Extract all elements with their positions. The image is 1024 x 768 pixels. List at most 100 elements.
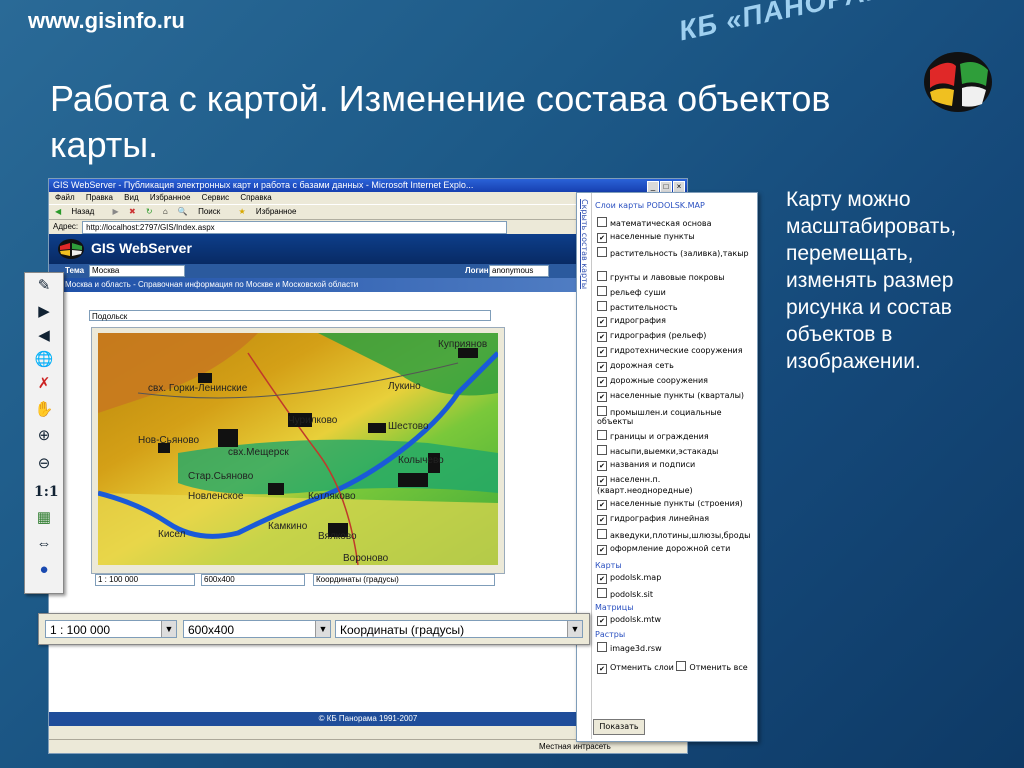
layer-checkbox[interactable] (597, 588, 607, 598)
layer-item[interactable]: населенные пункты (597, 232, 753, 243)
menu-edit[interactable]: Правка (86, 193, 113, 202)
layer-checkbox[interactable] (597, 247, 607, 257)
home-icon[interactable]: ⌂ (163, 207, 168, 216)
scale-select-small[interactable]: 1 : 100 000 (95, 574, 195, 586)
layer-checkbox[interactable] (597, 574, 607, 584)
menu-file[interactable]: Файл (55, 193, 75, 202)
layer-item[interactable]: оформление дорожной сети (597, 544, 753, 555)
layer-checkbox[interactable] (597, 529, 607, 539)
layer-checkbox[interactable] (597, 476, 607, 486)
layer-item[interactable]: насыпи,выемки,эстакады (597, 445, 753, 456)
layer-item[interactable]: гидрография линейная (597, 514, 753, 525)
layer-item[interactable]: podolsk.map (597, 573, 753, 584)
show-button[interactable]: Показать (593, 719, 645, 735)
layer-item[interactable]: акведуки,плотины,шлюзы,броды (597, 529, 753, 540)
zoom-out-icon[interactable]: ⊖ (34, 455, 54, 473)
map-label: Куприянов (438, 339, 487, 350)
close-icon[interactable]: × (673, 181, 685, 192)
layer-checkbox[interactable] (597, 233, 607, 243)
select-layers-checkbox[interactable] (597, 664, 607, 674)
layer-item[interactable]: растительность (597, 301, 753, 312)
hide-layers-tab[interactable]: Скрыть состав карты (577, 193, 592, 739)
layer-checkbox[interactable] (597, 445, 607, 455)
favorites-button[interactable]: ★ Избранное (239, 207, 305, 216)
size-select-small[interactable]: 600x400 (201, 574, 305, 586)
zoom-in-icon[interactable]: ⊕ (34, 427, 54, 445)
region-select[interactable]: Подольск (89, 310, 491, 321)
map-info-icon[interactable]: ▦ (34, 509, 54, 527)
arrow-right-icon[interactable]: ▶ (34, 303, 54, 321)
maximize-icon[interactable]: □ (660, 181, 672, 192)
measure-icon[interactable]: ⇔ (34, 535, 54, 553)
globe-search-icon[interactable]: 🌐 (34, 351, 54, 369)
globe-icon[interactable]: ● (34, 561, 54, 579)
scale-select[interactable]: 1 : 100 000 ▼ (45, 620, 177, 638)
layer-checkbox[interactable] (597, 515, 607, 525)
stop-icon[interactable]: ✖ (129, 207, 136, 216)
layer-checkbox[interactable] (597, 301, 607, 311)
layer-item[interactable]: рельеф суши (597, 286, 753, 297)
layer-checkbox[interactable] (597, 616, 607, 626)
layer-item[interactable]: гидрография (рельеф) (597, 331, 753, 342)
layer-item[interactable]: промышлен.и социальные объекты (597, 406, 753, 426)
address-input[interactable]: http://localhost:2797/GIS/Index.aspx (82, 220, 508, 234)
layer-item[interactable]: гидрография (597, 316, 753, 327)
layer-checkbox[interactable] (597, 347, 607, 357)
deselect-all-checkbox[interactable] (676, 661, 687, 671)
pan-hand-icon[interactable]: ✋ (34, 401, 54, 419)
layer-checkbox[interactable] (597, 362, 607, 372)
layer-checkbox[interactable] (597, 461, 607, 471)
site-url[interactable]: www.gisinfo.ru (28, 8, 185, 34)
layer-checkbox[interactable] (597, 377, 607, 387)
back-button[interactable]: ◀ Назад (55, 207, 102, 216)
layer-item[interactable]: названия и подписи (597, 460, 753, 471)
select-icon[interactable]: ✎ (34, 277, 54, 295)
refresh-icon[interactable]: ↻ (146, 207, 153, 216)
layer-item[interactable]: image3d.rsw (597, 642, 753, 653)
menu-help[interactable]: Справка (240, 193, 271, 202)
layer-checkbox[interactable] (597, 392, 607, 402)
layer-checkbox[interactable] (597, 332, 607, 342)
layer-item[interactable]: населенн.п. (кварт.неодноредные) (597, 475, 753, 495)
map-view[interactable]: Куприянов свх. Горки-Ленинские Лукино Чу… (98, 333, 498, 565)
layer-checkbox[interactable] (597, 642, 607, 652)
minimize-icon[interactable]: _ (647, 181, 659, 192)
layer-item[interactable]: населенные пункты (кварталы) (597, 391, 753, 402)
deselect-all-label: Отменить все (689, 663, 748, 672)
menu-view[interactable]: Вид (124, 193, 138, 202)
size-select[interactable]: 600x400 ▼ (183, 620, 331, 638)
layer-item[interactable]: растительность (заливка),такыр (597, 247, 753, 258)
layer-checkbox[interactable] (597, 500, 607, 510)
layer-label: podolsk.sit (610, 590, 654, 599)
login-input[interactable]: anonymous (489, 265, 549, 277)
layer-item[interactable]: границы и ограждения (597, 430, 753, 441)
layer-checkbox[interactable] (597, 406, 607, 416)
layer-item[interactable]: дорожная сеть (597, 361, 753, 372)
layer-item[interactable]: населенные пункты (строения) (597, 499, 753, 510)
layer-checkbox[interactable] (597, 545, 607, 555)
theme-select[interactable]: Москва (89, 265, 185, 277)
coords-select[interactable]: Координаты (градусы) ▼ (335, 620, 583, 638)
layer-item[interactable]: гидротехнические сооружения (597, 346, 753, 357)
hide-layers-link[interactable]: Скрыть состав карты (580, 199, 589, 289)
arrow-left-icon[interactable]: ◀ (34, 327, 54, 345)
layer-checkbox[interactable] (597, 317, 607, 327)
layer-checkbox[interactable] (597, 286, 607, 296)
layer-item[interactable]: дорожные сооружения (597, 376, 753, 387)
menu-favorites[interactable]: Избранное (150, 193, 191, 202)
layer-item[interactable]: podolsk.mtw (597, 615, 753, 626)
map-label: Вороново (343, 553, 389, 564)
menu-tools[interactable]: Сервис (202, 193, 229, 202)
coords-select-small[interactable]: Координаты (градусы) (313, 574, 495, 586)
ratio-button[interactable]: 1:1 (34, 483, 59, 501)
layer-item[interactable]: podolsk.sit (597, 588, 753, 599)
layer-checkbox[interactable] (597, 430, 607, 440)
cancel-select-icon[interactable]: ✗ (34, 375, 54, 393)
forward-icon[interactable]: ▶ (113, 207, 119, 216)
layer-item[interactable]: математическая основа (597, 217, 753, 228)
search-button[interactable]: 🔍 Поиск (178, 207, 228, 216)
layer-checkbox[interactable] (597, 217, 607, 227)
layer-label: оформление дорожной сети (610, 544, 731, 553)
layer-item[interactable]: грунты и лавовые покровы (597, 271, 753, 282)
layer-checkbox[interactable] (597, 271, 607, 281)
